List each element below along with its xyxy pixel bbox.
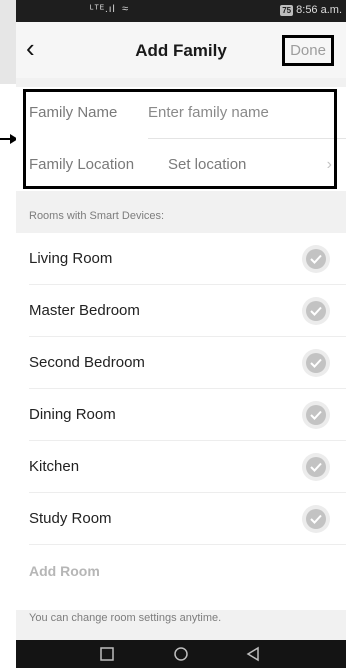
divider [29,544,346,545]
family-location-value[interactable]: Set location [168,156,246,173]
check-circle-icon[interactable] [306,405,326,425]
rooms-list: Living Room Master Bedroom Second Bedroo… [16,233,346,610]
done-button[interactable]: Done [282,35,334,66]
battery-icon: 75 [280,4,294,16]
room-name: Study Room [29,510,112,527]
room-row-kitchen[interactable]: Kitchen [16,441,346,493]
triangle-back-icon[interactable] [245,646,261,662]
room-row-second-bedroom[interactable]: Second Bedroom [16,337,346,389]
status-time: 8:56 a.m. [296,4,342,16]
status-bar: ᴸᵀᴱ.ıl ≈ 75 8:56 a.m. [16,0,346,22]
room-name: Second Bedroom [29,354,145,371]
android-nav-bar [16,640,346,668]
room-name: Kitchen [29,458,80,475]
room-name: Living Room [29,250,113,267]
check-circle-icon[interactable] [306,353,326,373]
family-name-row[interactable]: Family Name Enter family name [16,87,346,139]
family-form: Family Name Enter family name Family Loc… [16,87,346,191]
check-circle-icon[interactable] [306,249,326,269]
circle-icon[interactable] [173,646,189,662]
rooms-section-title: Rooms with Smart Devices: [29,210,165,222]
square-icon[interactable] [99,646,115,662]
room-name: Master Bedroom [29,302,140,319]
family-location-row[interactable]: Family Location Set location › [16,139,346,191]
family-name-label: Family Name [29,104,118,121]
check-circle-icon[interactable] [306,509,326,529]
add-room-button[interactable]: Add Room [29,563,100,579]
family-name-input[interactable]: Enter family name [148,104,269,121]
chevron-right-icon[interactable]: › [327,156,332,174]
left-margin [0,0,16,668]
footer-note: You can change room settings anytime. [29,612,222,624]
room-name: Dining Room [29,406,116,423]
check-circle-icon[interactable] [306,457,326,477]
family-location-label: Family Location [29,156,135,173]
left-shade [0,0,16,84]
header-bar: ‹ Add Family Done [16,22,346,78]
done-button-label: Done [290,42,326,59]
wifi-icon: ≈ [122,3,129,15]
check-circle-icon[interactable] [306,301,326,321]
status-right: 75 8:56 a.m. [280,4,342,16]
room-row-study-room[interactable]: Study Room [16,493,346,545]
room-row-living-room[interactable]: Living Room [16,233,346,285]
phone-screen: ᴸᵀᴱ.ıl ≈ 75 8:56 a.m. ‹ Add Family Done … [16,0,346,668]
room-row-master-bedroom[interactable]: Master Bedroom [16,285,346,337]
signal-icon: ᴸᵀᴱ.ıl [90,4,116,15]
room-row-dining-room[interactable]: Dining Room [16,389,346,441]
